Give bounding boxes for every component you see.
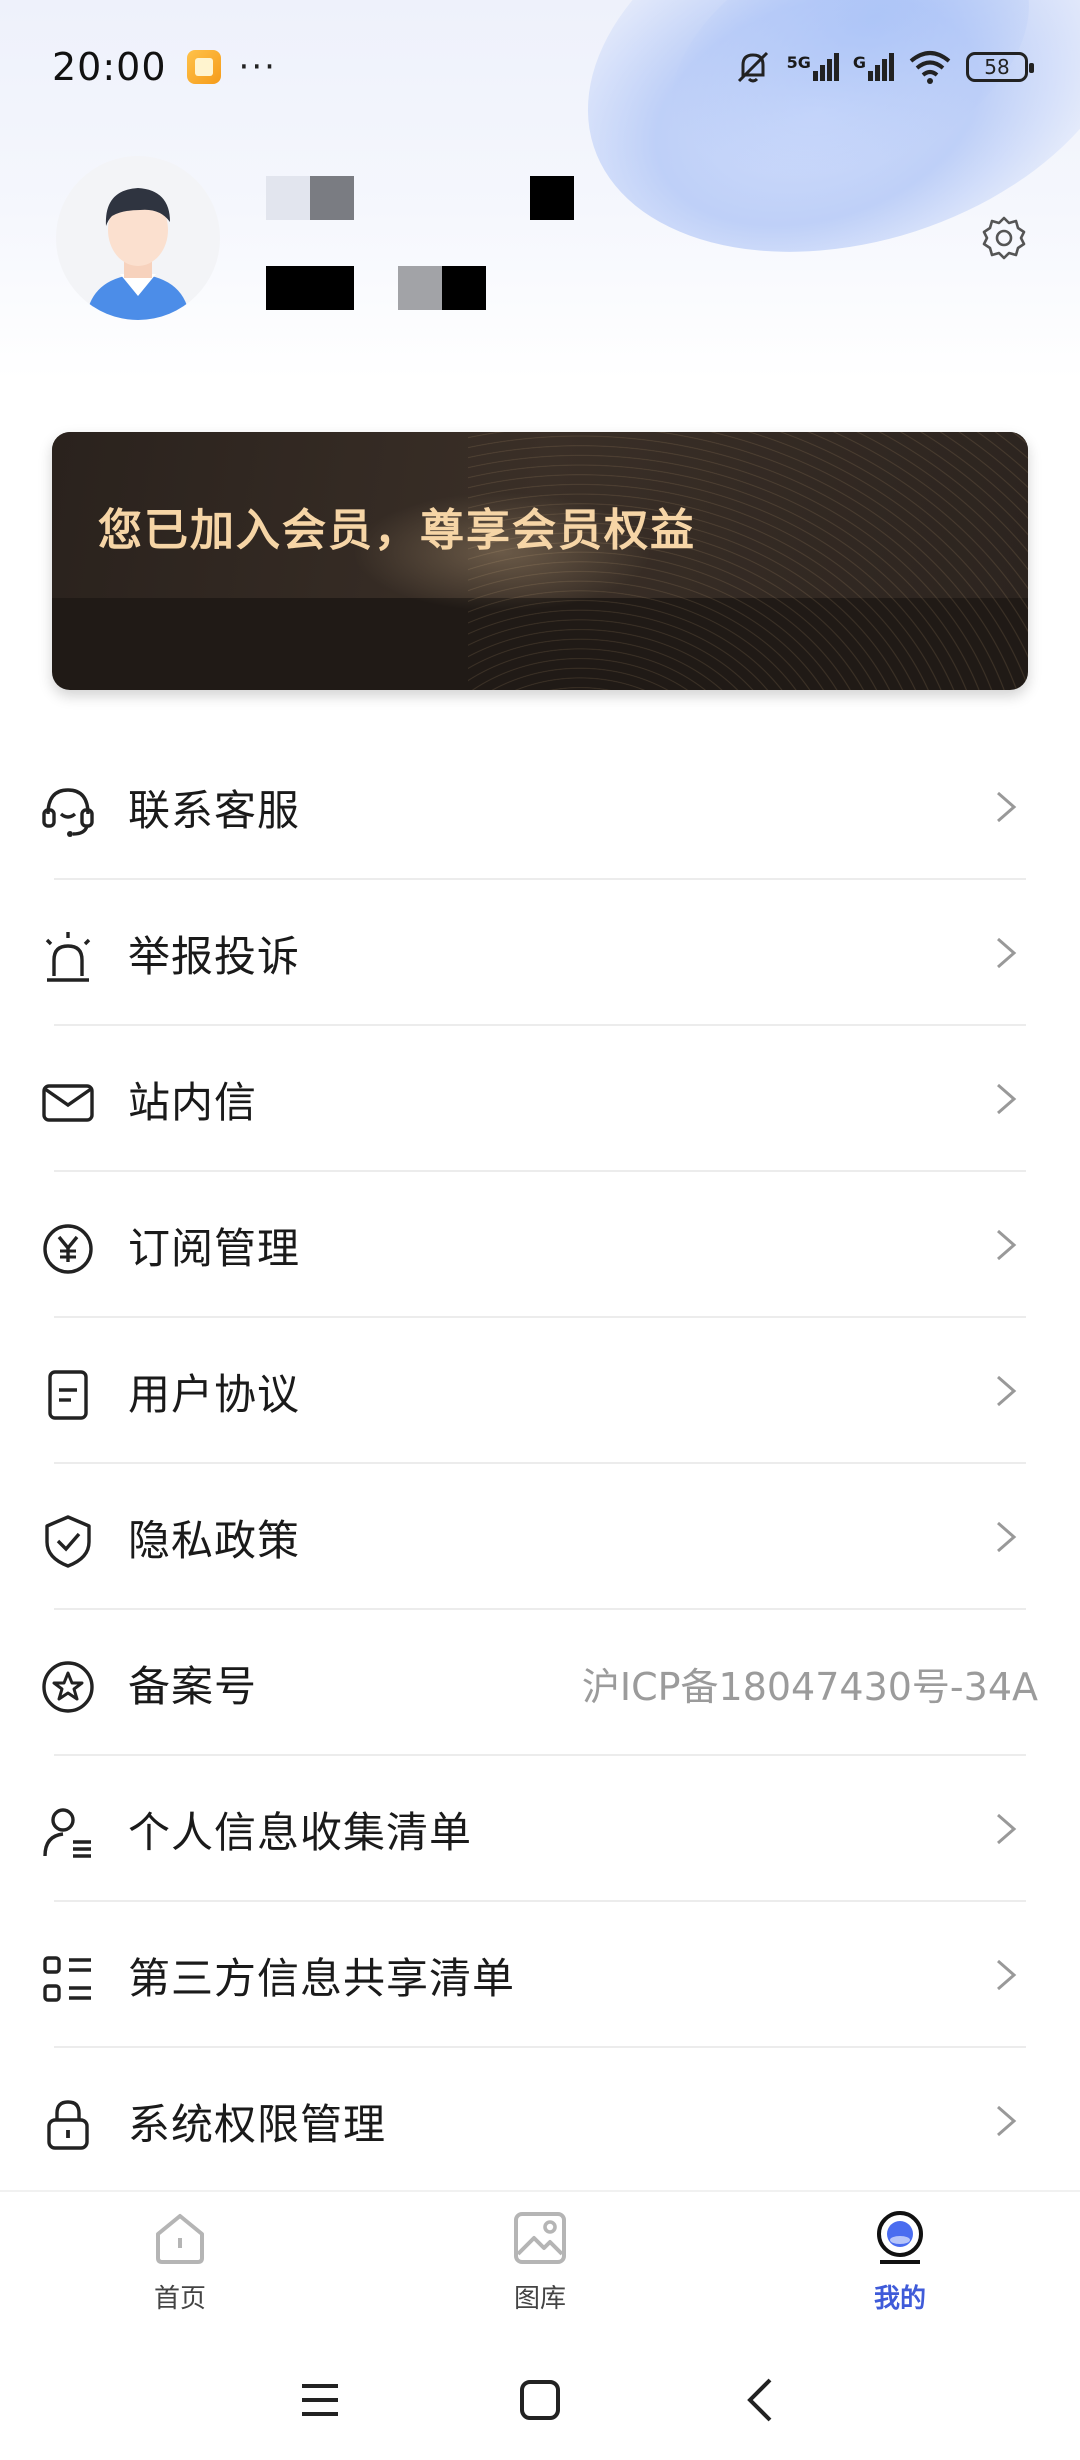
chevron-right-icon [997,1375,1017,1407]
headset-icon [38,781,98,841]
list-grid-icon [38,1949,98,2009]
chevron-right-icon [997,1083,1017,1115]
menu-item-label: 订阅管理 [128,1223,301,1273]
wifi-icon [909,51,951,84]
chevron-right-icon [997,1813,1017,1845]
icp-record-number: 沪ICP备18047430号-34A [581,1664,1038,1709]
user-list-icon [38,1803,98,1863]
profile-icon [877,2211,923,2264]
tab-gallery[interactable]: 图库 [360,2192,720,2330]
menu-item-label: 个人信息收集清单 [128,1807,473,1857]
chevron-right-icon [997,1959,1017,1991]
tab-mine[interactable]: 我的 [720,2192,1080,2330]
more-notifications-icon: ··· [238,47,277,87]
member-card-text: 您已加入会员，尊享会员权益 [98,505,696,556]
square-home-icon [520,2380,560,2420]
menu-item-label: 举报投诉 [128,931,301,981]
chevron-right-icon [997,1521,1017,1553]
bottom-tab-bar: 首页 图库 我的 [0,2190,1080,2330]
star-badge-icon [38,1657,98,1717]
shield-check-icon [38,1511,98,1571]
menu-item-third-party-sharing[interactable]: 第三方信息共享清单 [0,1902,1080,2048]
battery-level: 58 [984,55,1010,79]
user-id-redacted [266,266,354,310]
avatar[interactable] [56,156,220,320]
menu-item-inbox[interactable]: 站内信 [0,1026,1080,1172]
notification-app-icon [186,50,221,84]
signal-g-label: G [852,53,866,72]
document-icon [38,1365,98,1425]
system-navigation-bar [0,2340,1080,2460]
chevron-right-icon [997,937,1017,969]
menu-item-customer-service[interactable]: 联系客服 [0,734,1080,880]
username-redacted [310,176,354,220]
status-bar: 20:00 ··· 5G G 58 [0,0,1080,134]
battery-indicator: 58 [966,52,1034,82]
chevron-right-icon [997,1229,1017,1261]
tab-label: 我的 [873,2284,926,2314]
menu-item-privacy-policy[interactable]: 隐私政策 [0,1464,1080,1610]
menu-item-icp-record: 备案号 沪ICP备18047430号-34A [0,1610,1080,1756]
user-id-redacted [442,266,486,310]
chevron-right-icon [997,2105,1017,2137]
mail-icon [38,1073,98,1133]
mute-bell-icon [737,51,768,83]
user-id-redacted [398,266,442,310]
menu-item-personal-info-list[interactable]: 个人信息收集清单 [0,1756,1080,1902]
menu-item-subscription[interactable]: 订阅管理 [0,1172,1080,1318]
menu-item-label: 隐私政策 [128,1515,301,1565]
tab-label: 首页 [153,2284,206,2314]
recent-apps-button[interactable] [290,2370,350,2430]
menu-item-system-permissions[interactable]: 系统权限管理 [0,2048,1080,2194]
username-redacted [530,176,574,220]
gear-icon [982,216,1026,260]
signal-5g-label: 5G [786,53,811,72]
yen-icon [38,1219,98,1279]
gallery-icon [514,2212,566,2264]
menu-item-label: 系统权限管理 [128,2099,387,2149]
member-card[interactable]: 您已加入会员，尊享会员权益 [52,432,1028,690]
menu-item-label: 用户协议 [128,1369,301,1419]
back-chevron-icon [747,2378,772,2422]
tab-label: 图库 [513,2284,566,2314]
menu-item-report[interactable]: 举报投诉 [0,880,1080,1026]
signal-5g-icon: 5G [787,53,839,81]
menu-item-user-agreement[interactable]: 用户协议 [0,1318,1080,1464]
settings-button[interactable] [976,210,1032,266]
menu-item-label: 站内信 [128,1077,258,1127]
home-button[interactable] [510,2370,570,2430]
menu-item-label: 备案号 [128,1661,258,1711]
tab-home[interactable]: 首页 [0,2192,360,2330]
lock-icon [38,2095,98,2155]
alarm-icon [38,927,98,987]
menu-item-label: 联系客服 [128,785,301,835]
settings-menu: 联系客服 举报投诉 站内信 订阅管理 用户协议 隐私政策 备案号 沪ICP备18… [0,734,1080,2194]
default-avatar-icon [56,156,220,320]
home-icon [156,2214,204,2264]
back-button[interactable] [730,2370,790,2430]
username-redacted [266,176,310,220]
menu-lines-icon [302,2384,338,2416]
status-time: 20:00 [52,45,167,89]
chevron-right-icon [997,791,1017,823]
signal-g-icon: G [853,53,894,81]
menu-item-label: 第三方信息共享清单 [128,1953,516,2003]
